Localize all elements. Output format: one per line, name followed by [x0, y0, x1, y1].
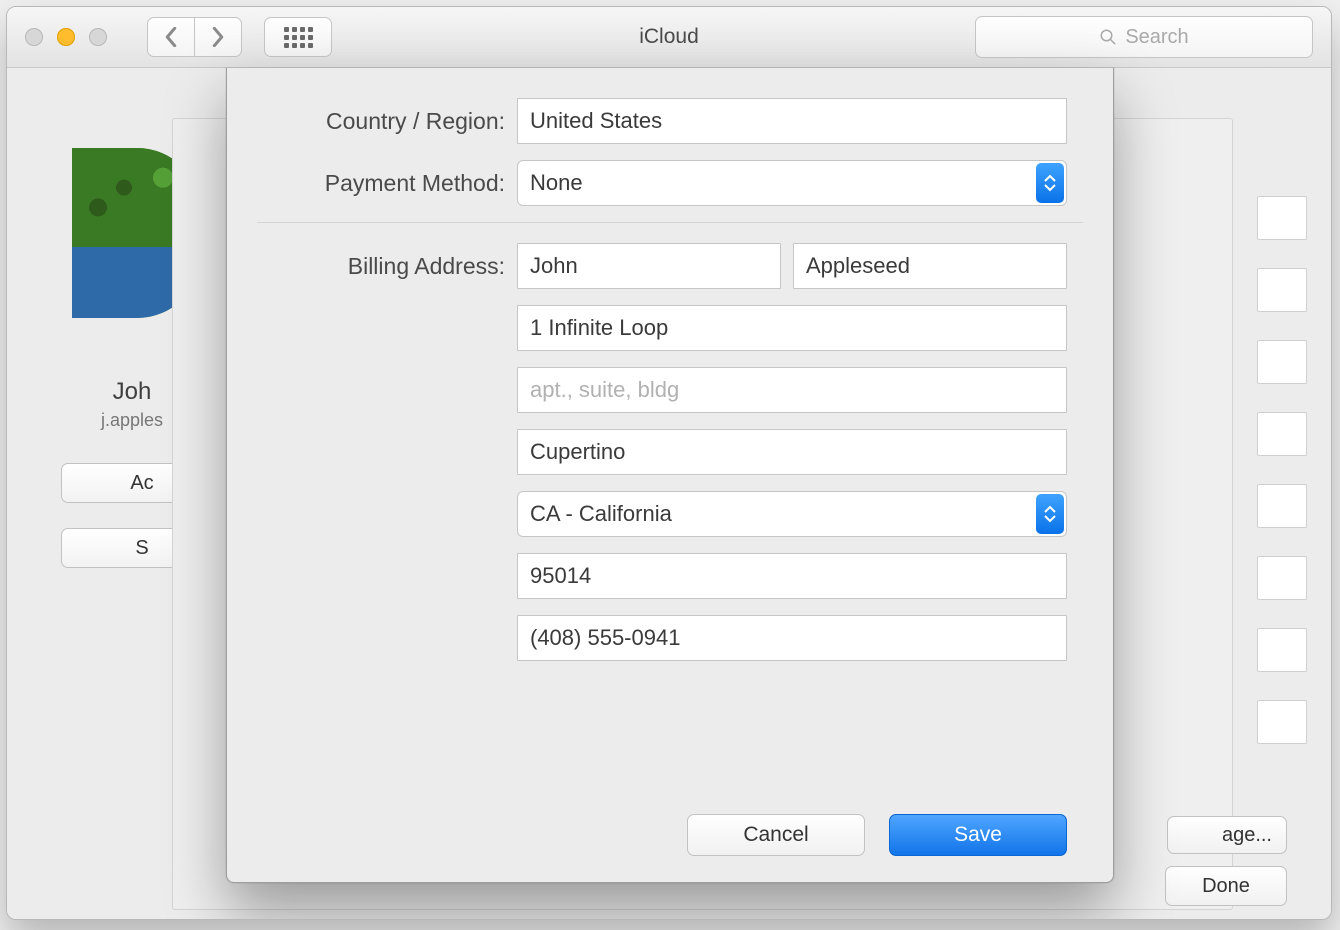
minimize-window-button[interactable]	[57, 28, 75, 46]
service-row[interactable]	[1257, 700, 1307, 744]
chevron-right-icon	[211, 27, 225, 47]
payment-method-select[interactable]: None	[517, 160, 1067, 206]
titlebar: iCloud Search	[7, 7, 1331, 68]
grid-icon	[284, 27, 313, 48]
street-field[interactable]: 1 Infinite Loop	[517, 305, 1067, 351]
last-name-field[interactable]: Appleseed	[793, 243, 1067, 289]
service-row[interactable]	[1257, 628, 1307, 672]
done-button[interactable]: Done	[1165, 866, 1287, 906]
service-row[interactable]	[1257, 412, 1307, 456]
first-name-field[interactable]: John	[517, 243, 781, 289]
payment-form: Country / Region: United States Payment …	[227, 68, 1113, 661]
country-region-label: Country / Region:	[227, 108, 517, 135]
payment-sheet: Country / Region: United States Payment …	[226, 68, 1114, 883]
popup-stepper-icon	[1036, 494, 1064, 534]
search-icon	[1099, 28, 1117, 46]
payment-method-label: Payment Method:	[227, 170, 517, 197]
zoom-window-button[interactable]	[89, 28, 107, 46]
manage-button[interactable]: age...	[1167, 816, 1287, 854]
back-button[interactable]	[147, 17, 195, 57]
chevron-left-icon	[164, 27, 178, 47]
search-field[interactable]: Search	[975, 16, 1313, 58]
service-row[interactable]	[1257, 340, 1307, 384]
service-row[interactable]	[1257, 196, 1307, 240]
show-all-button[interactable]	[264, 17, 332, 57]
sheet-button-bar: Cancel Save	[687, 814, 1067, 856]
service-row[interactable]	[1257, 556, 1307, 600]
search-placeholder: Search	[1125, 26, 1188, 49]
state-value: CA - California	[530, 501, 672, 527]
phone-field[interactable]: (408) 555-0941	[517, 615, 1067, 661]
popup-stepper-icon	[1036, 163, 1064, 203]
city-field[interactable]: Cupertino	[517, 429, 1067, 475]
apt-suite-field[interactable]: apt., suite, bldg	[517, 367, 1067, 413]
service-row[interactable]	[1257, 484, 1307, 528]
service-toggles	[1257, 196, 1307, 772]
divider	[257, 222, 1083, 223]
system-preferences-window: iCloud Search Joh j.apples Ac S	[6, 6, 1332, 920]
save-button[interactable]: Save	[889, 814, 1067, 856]
zip-field[interactable]: 95014	[517, 553, 1067, 599]
country-region-field[interactable]: United States	[517, 98, 1067, 144]
nav-back-forward	[147, 17, 242, 57]
icloud-pane: Joh j.apples Ac S age... Done Country / …	[7, 68, 1331, 920]
payment-method-value: None	[530, 170, 583, 196]
cancel-button[interactable]: Cancel	[687, 814, 865, 856]
state-select[interactable]: CA - California	[517, 491, 1067, 537]
window-controls	[25, 28, 107, 46]
billing-address-label: Billing Address:	[227, 253, 517, 280]
service-row[interactable]	[1257, 268, 1307, 312]
forward-button[interactable]	[195, 17, 242, 57]
close-window-button[interactable]	[25, 28, 43, 46]
